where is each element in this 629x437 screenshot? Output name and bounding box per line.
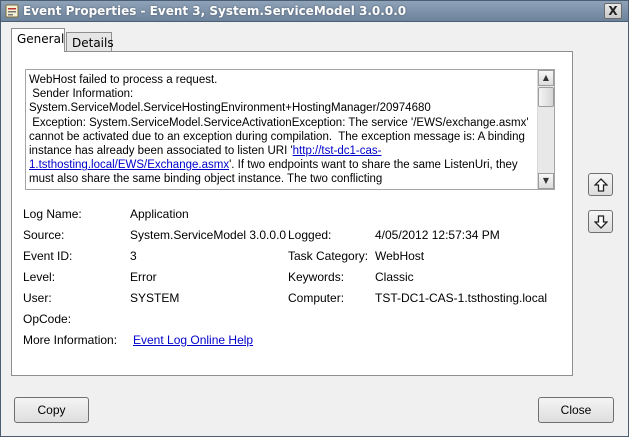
computer-value: TST-DC1-CAS-1.tsthosting.local (375, 291, 548, 305)
user-label: User: (23, 291, 52, 305)
description-text-start: WebHost failed to process a request. Sen… (29, 74, 529, 158)
more-information-label: More Information: (23, 333, 118, 347)
source-label: Source: (23, 228, 65, 242)
keywords-value: Classic (375, 270, 414, 284)
description-scrollbar[interactable]: ▲ ▼ (537, 70, 554, 189)
tab-general[interactable]: General (11, 28, 65, 52)
level-label: Level: (23, 270, 56, 284)
user-value: SYSTEM (130, 291, 180, 305)
event-properties-window: Event Properties - Event 3, System.Servi… (0, 0, 629, 437)
close-icon[interactable]: X (604, 3, 622, 19)
event-id-label: Event ID: (23, 249, 73, 263)
task-category-value: WebHost (375, 249, 425, 263)
log-name-label: Log Name: (23, 207, 82, 221)
event-log-online-help-link[interactable]: Event Log Online Help (133, 333, 253, 347)
scroll-down-icon[interactable]: ▼ (538, 173, 554, 189)
tab-details[interactable]: Details (66, 32, 114, 52)
log-name-value: Application (130, 207, 189, 221)
scroll-up-icon[interactable]: ▲ (538, 70, 554, 86)
event-viewer-icon (5, 4, 19, 18)
copy-button[interactable]: Copy (14, 397, 89, 423)
event-id-value: 3 (130, 249, 137, 263)
task-category-label: Task Category: (288, 249, 369, 263)
keywords-label: Keywords: (288, 270, 345, 284)
event-description-box[interactable]: WebHost failed to process a request. Sen… (25, 69, 555, 190)
window-title: Event Properties - Event 3, System.Servi… (23, 4, 407, 18)
opcode-label: OpCode: (23, 312, 72, 326)
source-value: System.ServiceModel 3.0.0.0 (130, 228, 287, 242)
logged-value: 4/05/2012 12:57:34 PM (375, 228, 500, 242)
more-information-value: Event Log Online Help (133, 333, 253, 347)
logged-label: Logged: (288, 228, 332, 242)
general-tab-panel: WebHost failed to process a request. Sen… (11, 51, 573, 376)
next-event-button[interactable] (588, 210, 613, 233)
previous-event-button[interactable] (588, 173, 613, 196)
level-value: Error (130, 270, 157, 284)
title-bar[interactable]: Event Properties - Event 3, System.Servi… (1, 1, 628, 22)
close-button[interactable]: Close (538, 397, 614, 423)
scroll-thumb[interactable] (538, 87, 554, 107)
event-description-text[interactable]: WebHost failed to process a request. Sen… (29, 73, 535, 187)
computer-label: Computer: (288, 291, 345, 305)
